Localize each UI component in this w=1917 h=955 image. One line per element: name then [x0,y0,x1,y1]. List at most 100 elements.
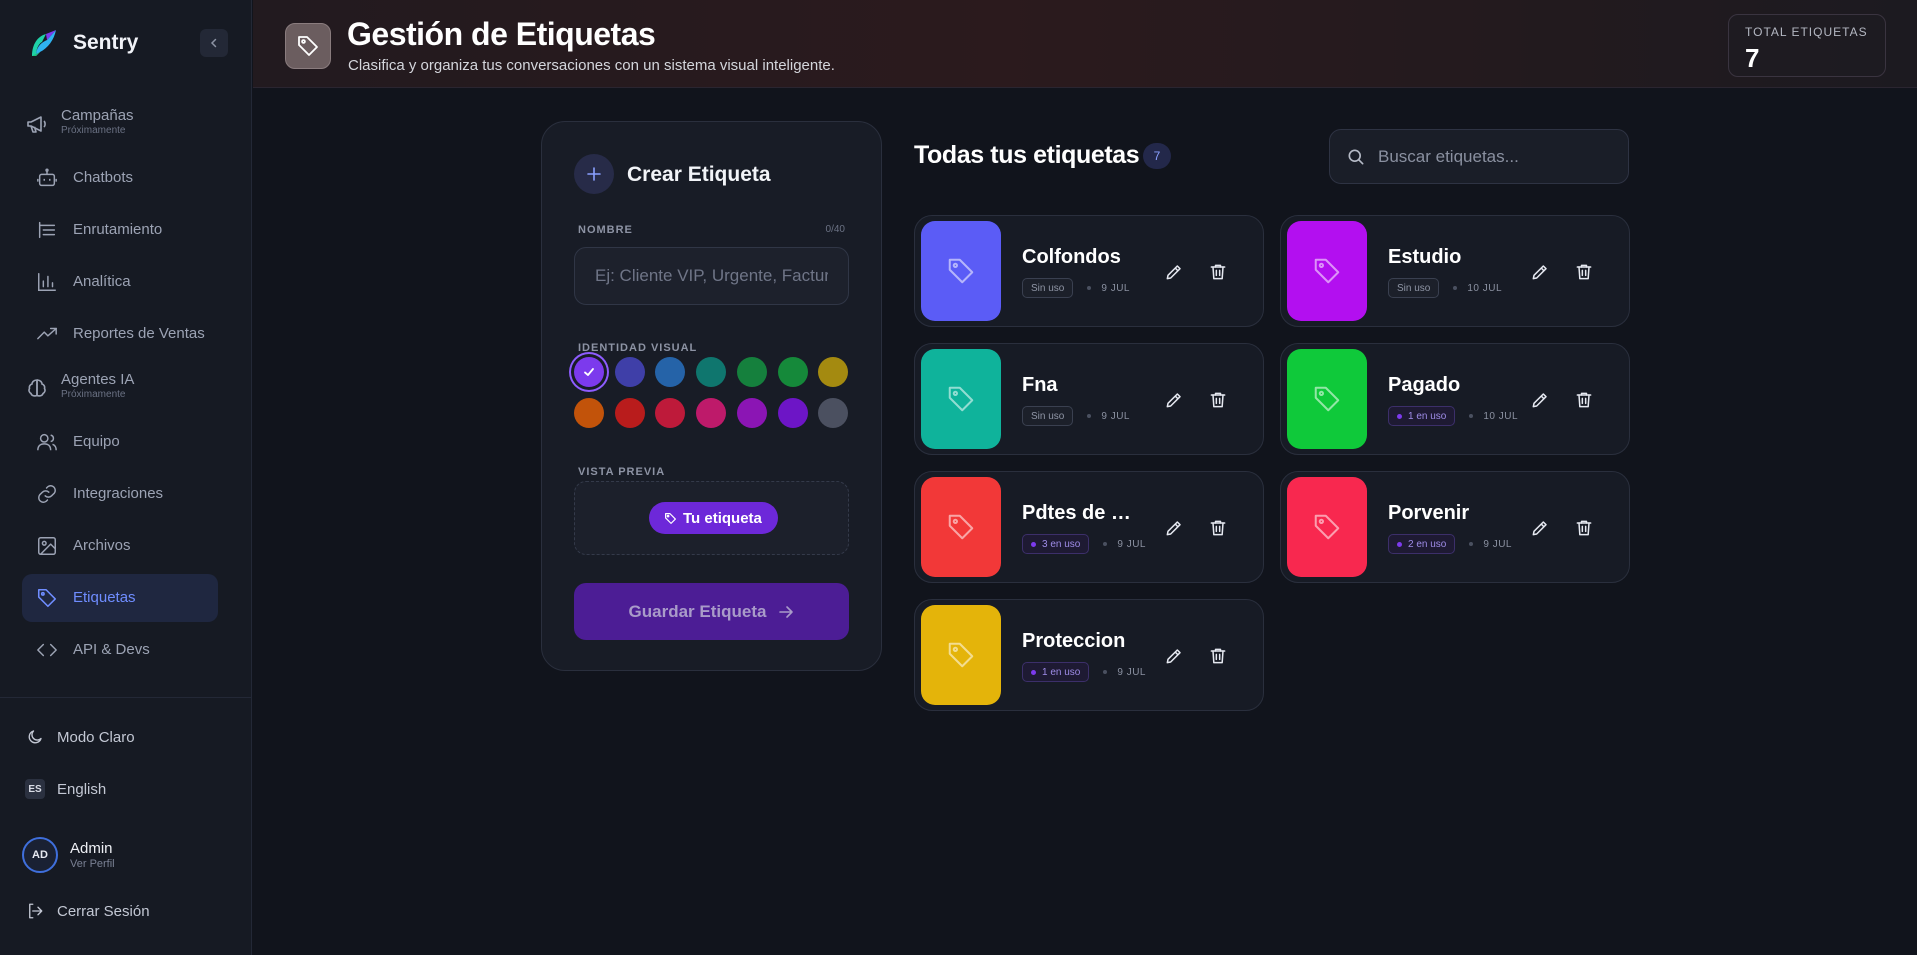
profile[interactable]: AD Admin Ver Perfil [22,836,115,874]
color-swatch[interactable] [574,357,604,387]
color-swatch[interactable] [696,398,727,428]
color-swatch[interactable] [696,357,727,387]
list-icon [38,221,56,239]
preview-label: VISTA PREVIA [578,466,666,478]
color-swatch[interactable] [818,357,849,387]
edit-tag-button[interactable] [1161,643,1187,669]
pencil-icon [1530,390,1550,410]
delete-tag-button[interactable] [1205,387,1231,413]
sidebar-item-chatbots[interactable]: Chatbots [22,154,218,202]
color-swatch[interactable] [655,398,686,428]
delete-tag-button[interactable] [1205,643,1231,669]
sidebar-item-archivos[interactable]: Archivos [22,522,218,570]
usage-badge: Sin uso [1022,278,1074,298]
tag-meta: Sin uso 9 JUL [1022,278,1130,298]
logout-label: Cerrar Sesión [57,902,150,920]
color-swatch[interactable] [614,357,645,387]
usage-badge: 1 en uso [1022,662,1090,682]
edit-tag-button[interactable] [1161,259,1187,285]
sidebar-item-api[interactable]: API & Devs [22,626,218,674]
language-switch[interactable]: ES English [24,776,106,802]
link-icon [38,485,56,503]
delete-tag-button[interactable] [1205,515,1231,541]
edit-tag-button[interactable] [1161,387,1187,413]
sidebar-item-etiquetas[interactable]: Etiquetas [22,574,218,622]
preview-chip-label: Tu etiqueta [683,509,762,527]
sidebar-item-agentes-ia[interactable]: Agentes IA Próximamente [22,362,218,414]
brand[interactable]: Sentry [28,26,138,60]
tag-card[interactable]: Proteccion 1 en uso 9 JUL [914,599,1264,711]
sidebar-divider [0,697,252,698]
sidebar-item-label: Integraciones [73,485,164,502]
delete-tag-button[interactable] [1571,259,1597,285]
sidebar-item-enrutamiento[interactable]: Enrutamiento [22,206,218,254]
tag-icon [946,384,976,414]
search-input[interactable] [1378,130,1618,183]
tag-date: 9 JUL [1117,538,1146,550]
visual-identity-label: IDENTIDAD VISUAL [578,342,698,354]
color-swatch[interactable] [777,357,808,387]
tag-card[interactable]: Estudio Sin uso 10 JUL [1280,215,1630,327]
plus-icon [574,154,614,194]
sidebar-item-analitica[interactable]: Analítica [22,258,218,306]
tag-date: 9 JUL [1117,666,1146,678]
sidebar-item-integraciones[interactable]: Integraciones [22,470,218,518]
tag-color-tile [921,605,1001,705]
tag-icon [946,512,976,542]
theme-toggle[interactable]: Modo Claro [24,724,135,750]
sidebar-item-reportes[interactable]: Reportes de Ventas [22,310,218,358]
tag-meta: Sin uso 9 JUL [1022,406,1130,426]
tag-card[interactable]: Colfondos Sin uso 9 JUL [914,215,1264,327]
color-swatch[interactable] [574,398,604,428]
tag-color-tile [921,477,1001,577]
sidebar-item-equipo[interactable]: Equipo [22,418,218,466]
color-swatch[interactable] [818,398,849,428]
edit-tag-button[interactable] [1527,259,1553,285]
profile-link[interactable]: Ver Perfil [70,858,115,870]
chevron-left-icon [210,38,217,48]
bar-chart-icon [38,273,56,291]
color-swatch[interactable] [736,357,767,387]
color-swatch[interactable] [777,398,808,428]
brain-icon [28,379,46,397]
sidebar-item-label: Etiquetas [73,589,136,606]
tag-card[interactable]: Pdtes de pago 3 en uso 9 JUL [914,471,1264,583]
save-tag-button[interactable]: Guardar Etiqueta [574,583,849,640]
tag-color-tile [1287,221,1367,321]
language-badge-wrapper: ES [24,778,46,800]
tag-color-tile [921,221,1001,321]
color-swatch[interactable] [614,398,645,428]
collapse-sidebar-button[interactable] [200,29,228,57]
delete-tag-button[interactable] [1205,259,1231,285]
tag-icon [946,256,976,286]
tag-card[interactable]: Porvenir 2 en uso 9 JUL [1280,471,1630,583]
delete-tag-button[interactable] [1571,387,1597,413]
trash-icon [1574,262,1594,282]
sidebar-item-label: Reportes de Ventas [73,325,205,342]
tag-card[interactable]: Fna Sin uso 9 JUL [914,343,1264,455]
sidebar-item-campanas[interactable]: Campañas Próximamente [22,98,218,150]
page-subtitle: Clasifica y organiza tus conversaciones … [348,57,835,74]
total-tags-value: 7 [1745,43,1760,73]
meta-separator [1087,414,1092,418]
edit-tag-button[interactable] [1527,387,1553,413]
image-icon [38,537,56,555]
logout-button[interactable]: Cerrar Sesión [24,898,150,924]
tag-date: 10 JUL [1483,410,1519,422]
tag-name-input[interactable] [574,247,849,305]
tags-count-badge: 7 [1143,143,1171,169]
megaphone-icon [27,116,46,133]
meta-separator [1469,542,1474,546]
edit-tag-button[interactable] [1527,515,1553,541]
color-swatch[interactable] [736,398,767,428]
sidebar-item-sublabel: Próximamente [61,125,126,136]
tag-card[interactable]: Pagado 1 en uso 10 JUL [1280,343,1630,455]
edit-tag-button[interactable] [1161,515,1187,541]
trash-icon [1574,518,1594,538]
tag-date: 9 JUL [1483,538,1512,550]
trend-up-icon [37,327,57,340]
delete-tag-button[interactable] [1571,515,1597,541]
sidebar-item-sublabel: Próximamente [61,389,126,400]
tag-icon [946,640,976,670]
color-swatch[interactable] [655,357,686,387]
